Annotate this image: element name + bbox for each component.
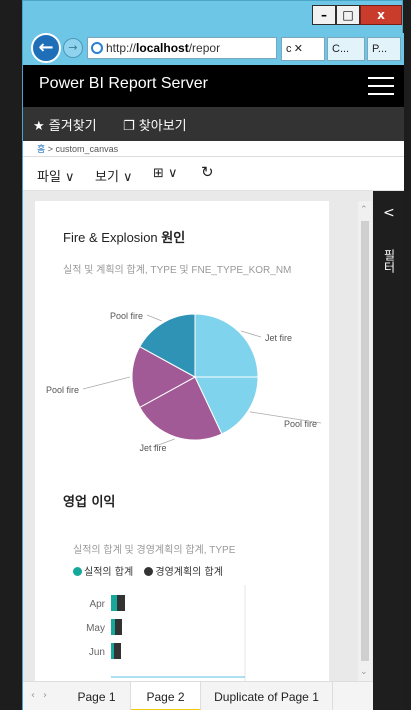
legend-dot-icon (73, 567, 82, 576)
report-page: Fire & Explosion 원인 실적 및 계획의 합계, TYPE 및 … (35, 201, 329, 681)
address-bar: ← → http://localhost/repor ⌕ ▾ ↻ c ✕ C..… (23, 33, 404, 65)
view-menu[interactable]: 보기 ∨ (95, 166, 133, 185)
pie-chart-subtitle: 실적 및 계획의 합계, TYPE 및 FNE_TYPE_KOR_NM (63, 265, 292, 276)
bar-actual[interactable] (111, 643, 114, 659)
file-menu[interactable]: 파일 ∨ (37, 166, 75, 185)
browser-tab-1[interactable]: c ✕ (281, 37, 325, 61)
url-host: localhost (136, 41, 189, 55)
filter-label: 필터 (382, 249, 396, 273)
browser-tab-3[interactable]: P... (367, 37, 401, 61)
favorites-bar: ★ 즐겨찾기 ❐ 찾아보기 (23, 107, 404, 141)
breadcrumb: 홈 > custom_canvas (23, 141, 404, 157)
url-path: /repor (188, 41, 221, 55)
forward-button[interactable]: → (63, 38, 83, 58)
browser-tab-2[interactable]: C... (327, 37, 365, 61)
pie-leader-line (240, 330, 262, 338)
pbi-header: Power BI Report Server (23, 65, 404, 107)
scroll-up-icon[interactable]: ⌃ (360, 205, 368, 215)
scroll-thumb[interactable] (361, 221, 369, 661)
page-nav-arrows-icon[interactable]: ‹› (31, 690, 55, 701)
browse-button[interactable]: ❐ 찾아보기 (123, 115, 187, 134)
bar-chart[interactable]: Apr May Jun (35, 585, 329, 681)
forward-arrow-icon: → (68, 41, 78, 54)
vertical-scrollbar[interactable]: ⌃ ⌄ (358, 201, 372, 681)
pie-chart[interactable]: Jet fire Pool fire Jet fire Pool fire Pool f… (35, 293, 329, 473)
app-title: Power BI Report Server (39, 75, 208, 92)
pie-slice-label: Pool fire (110, 311, 143, 321)
pie-title-ko: 원인 (161, 231, 186, 246)
bar-actual[interactable] (111, 619, 115, 635)
back-button[interactable]: ← (31, 33, 61, 63)
page-tab-bar: ‹› Page 1 Page 2 Duplicate of Page 1 (23, 681, 373, 710)
window-titlebar: – □ x (23, 1, 404, 33)
report-canvas: Fire & Explosion 원인 실적 및 계획의 합계, TYPE 및 … (23, 191, 373, 681)
bar-chart-title: 영업 이익 (63, 495, 116, 510)
hamburger-menu-icon[interactable] (368, 77, 394, 95)
tab-page-2[interactable]: Page 2 (131, 682, 201, 710)
report-toolbar: 파일 ∨ 보기 ∨ ⊞ ∨ ↻ (23, 157, 404, 191)
ie-page-icon (91, 42, 103, 54)
close-button[interactable]: x (360, 5, 402, 25)
bar-plan[interactable] (115, 619, 122, 635)
pie-slice-label: Jet fire (265, 333, 292, 343)
pie-slice[interactable] (194, 313, 259, 378)
breadcrumb-current[interactable]: custom_canvas (56, 144, 119, 154)
bar-category-label: Apr (89, 599, 105, 610)
minimize-button[interactable]: – (312, 5, 336, 25)
legend-label-plan: 경영계획의 합계 (155, 567, 223, 578)
back-arrow-icon: ← (38, 37, 54, 58)
browser-window: – □ x ← → http://localhost/repor ⌕ ▾ ↻ c… (22, 0, 404, 710)
tab-page-1[interactable]: Page 1 (63, 682, 131, 710)
pie-leader-line (146, 314, 163, 322)
legend-item-actual[interactable]: 실적의 합계 (73, 567, 133, 578)
url-input[interactable]: http://localhost/repor ⌕ ▾ ↻ (87, 37, 277, 59)
pie-leader-line (82, 376, 131, 390)
bar-category-label: May (86, 623, 105, 634)
legend-item-plan[interactable]: 경영계획의 합계 (144, 567, 223, 578)
desktop-left-edge (0, 0, 22, 710)
url-prefix: http:// (106, 41, 137, 55)
comment-menu[interactable]: ⊞ ∨ (153, 166, 178, 181)
bar-plan[interactable] (114, 643, 121, 659)
pie-slice-label: Pool fire (46, 385, 79, 395)
pie-slice-label: Pool fire (284, 419, 317, 429)
refresh-icon[interactable]: ↻ (201, 163, 214, 181)
bar-chart-legend: 실적의 합계 경영계획의 합계 (73, 563, 223, 578)
filter-pane[interactable]: < 필터 (373, 191, 404, 710)
bar-plan[interactable] (117, 595, 125, 611)
tab-duplicate-page-1[interactable]: Duplicate of Page 1 (201, 682, 333, 710)
pie-title-en: Fire & Explosion (63, 230, 162, 245)
bar-chart-subtitle: 실적의 합계 및 경영계획의 합계, TYPE (73, 545, 236, 556)
breadcrumb-separator: > (45, 144, 56, 154)
bar-category-label: Jun (89, 647, 105, 658)
pie-chart-title: Fire & Explosion 원인 (63, 227, 185, 246)
maximize-button[interactable]: □ (336, 5, 360, 25)
legend-dot-icon (144, 567, 154, 576)
filter-collapse-icon[interactable]: < (383, 205, 395, 221)
favorites-button[interactable]: ★ 즐겨찾기 (33, 115, 97, 134)
desktop-right-edge (403, 0, 411, 710)
pie-slice-label: Jet fire (139, 443, 166, 453)
bar-actual[interactable] (111, 595, 117, 611)
scroll-down-icon[interactable]: ⌄ (360, 667, 368, 677)
legend-label-actual: 실적의 합계 (84, 567, 134, 578)
